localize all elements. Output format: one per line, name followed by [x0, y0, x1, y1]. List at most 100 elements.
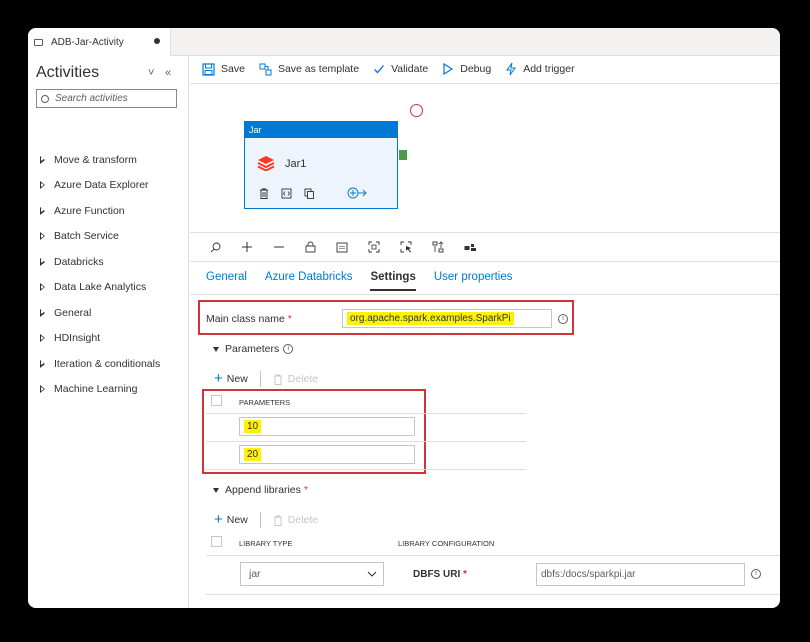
library-type-value: jar [249, 568, 261, 580]
save-as-template-label: Save as template [277, 63, 360, 75]
main-class-label: Main class name * [206, 313, 292, 325]
main-class-label-text: Main class name [206, 313, 285, 325]
add-icon: + [214, 511, 223, 528]
checkmark-icon [374, 65, 385, 74]
add-icon: + [214, 370, 223, 387]
sidebar-title: Activities [36, 64, 100, 81]
select-all-libraries-checkbox[interactable] [211, 536, 222, 547]
required-marker: * [287, 313, 292, 325]
parameter-input-1[interactable]: 10 [239, 417, 415, 436]
save-button[interactable]: Save [202, 62, 245, 76]
collapse-caret-icon [213, 346, 219, 352]
app-window: ADB-Jar-Activity Activities ˅ « Move & t… [28, 28, 780, 608]
add-trigger-button[interactable]: Add trigger [505, 62, 575, 76]
sidebar-item-label: General [54, 306, 92, 319]
add-trigger-label: Add trigger [523, 63, 575, 75]
auto-align-icon[interactable] [432, 241, 444, 253]
libraries-actions: + New Delete [214, 512, 318, 528]
append-libraries-section-header[interactable]: Append libraries * [213, 484, 308, 496]
required-marker: * [463, 569, 467, 580]
new-parameter-button[interactable]: New [227, 373, 248, 385]
lock-icon[interactable] [305, 241, 316, 253]
sidebar-item-label: Move & transform [54, 153, 137, 166]
action-separator [259, 512, 261, 528]
row-divider [206, 555, 780, 556]
sidebar-item-label: HDInsight [54, 332, 101, 345]
minimap-icon[interactable] [464, 243, 477, 252]
sidebar-item-label: Azure Data Explorer [54, 179, 149, 192]
tab-title: ADB-Jar-Activity [51, 36, 124, 48]
error-circle-icon [410, 104, 423, 117]
collapse-caret-icon [213, 487, 219, 493]
info-icon[interactable]: i [283, 344, 294, 354]
sidebar-item-azure-data-explorer[interactable]: Azure Data Explorer [38, 173, 160, 199]
sidebar-item-label: Data Lake Analytics [54, 281, 147, 294]
tab-settings[interactable]: Settings [370, 271, 416, 291]
new-library-button[interactable]: New [227, 514, 248, 526]
validate-button[interactable]: Validate [373, 63, 428, 75]
expand-caret-icon [40, 257, 45, 266]
row-divider [206, 469, 526, 470]
dbfs-uri-input[interactable]: dbfs:/docs/sparkpi.jar [536, 563, 745, 586]
chevron-double-left-icon[interactable]: « [165, 67, 171, 79]
add-output-icon[interactable] [347, 186, 367, 204]
parameter-input-2[interactable]: 20 [239, 445, 415, 464]
select-icon[interactable] [400, 241, 412, 253]
pipeline-icon [34, 38, 43, 46]
search-input[interactable] [55, 93, 175, 104]
info-icon[interactable]: i [558, 314, 568, 324]
row-divider [206, 594, 780, 595]
sidebar-item-azure-function[interactable]: Azure Function [38, 198, 160, 224]
zoom-in-icon[interactable] [241, 241, 253, 253]
debug-button[interactable]: Debug [442, 63, 491, 75]
collapse-all-icon[interactable]: ˅ [148, 67, 154, 79]
search-box[interactable] [36, 89, 177, 108]
info-icon[interactable]: i [751, 569, 761, 579]
expand-caret-icon [40, 359, 45, 368]
sidebar-item-machine-learning[interactable]: Machine Learning [38, 377, 160, 403]
activity-name: Jar1 [285, 158, 307, 170]
jar-activity-node[interactable]: Jar Jar1 [244, 121, 398, 209]
sidebar-item-data-lake-analytics[interactable]: Data Lake Analytics [38, 275, 160, 301]
zoom-out-icon[interactable] [273, 241, 285, 253]
required-marker: * [303, 484, 308, 496]
parameters-column-header: PARAMETERS [239, 398, 291, 407]
library-type-dropdown[interactable]: jar [240, 562, 384, 586]
code-icon[interactable] [281, 186, 292, 204]
tab-azure-databricks[interactable]: Azure Databricks [265, 271, 353, 291]
save-as-template-button[interactable]: Save as template [259, 63, 359, 76]
sidebar-item-label: Databricks [54, 255, 104, 268]
tab-user-properties[interactable]: User properties [434, 271, 513, 291]
parameters-section-header[interactable]: Parameters i [213, 343, 294, 355]
canvas-zoom-toolbar [190, 232, 780, 262]
expand-caret-icon [40, 155, 45, 164]
sidebar-item-hdinsight[interactable]: HDInsight [38, 326, 160, 352]
row-divider [206, 413, 526, 414]
delete-library-button[interactable]: Delete [288, 514, 318, 526]
sidebar-item-general[interactable]: General [38, 300, 160, 326]
search-icon[interactable] [210, 242, 221, 253]
activity-type-header: Jar [245, 122, 397, 138]
tab-adb-jar-activity[interactable]: ADB-Jar-Activity [28, 28, 171, 56]
sidebar-item-iteration-conditionals[interactable]: Iteration & conditionals [38, 351, 160, 377]
pipeline-toolbar: Save Save as template Validate Debug Add… [202, 61, 589, 77]
delete-icon[interactable] [259, 186, 269, 204]
action-separator [259, 371, 261, 387]
select-all-checkbox[interactable] [211, 395, 222, 406]
main-class-input[interactable]: org.apache.spark.examples.SparkPi [342, 309, 552, 328]
row-divider [206, 441, 526, 442]
delete-parameter-button[interactable]: Delete [288, 373, 318, 385]
sidebar-item-batch-service[interactable]: Batch Service [38, 224, 160, 250]
tab-general[interactable]: General [206, 271, 247, 291]
pipeline-canvas[interactable]: Jar Jar1 [190, 84, 780, 232]
sidebar-item-label: Batch Service [54, 230, 119, 243]
sidebar-item-databricks[interactable]: Databricks [38, 249, 160, 275]
success-output-handle[interactable] [399, 150, 407, 160]
unsaved-dot-icon [154, 38, 160, 44]
fit-to-screen-icon[interactable] [368, 241, 380, 253]
sidebar-item-move-transform[interactable]: Move & transform [38, 147, 160, 173]
properties-tabs: General Azure Databricks Settings User p… [206, 271, 530, 291]
zoom-100-icon[interactable] [336, 242, 348, 253]
copy-icon[interactable] [304, 186, 315, 204]
template-icon [259, 63, 272, 75]
